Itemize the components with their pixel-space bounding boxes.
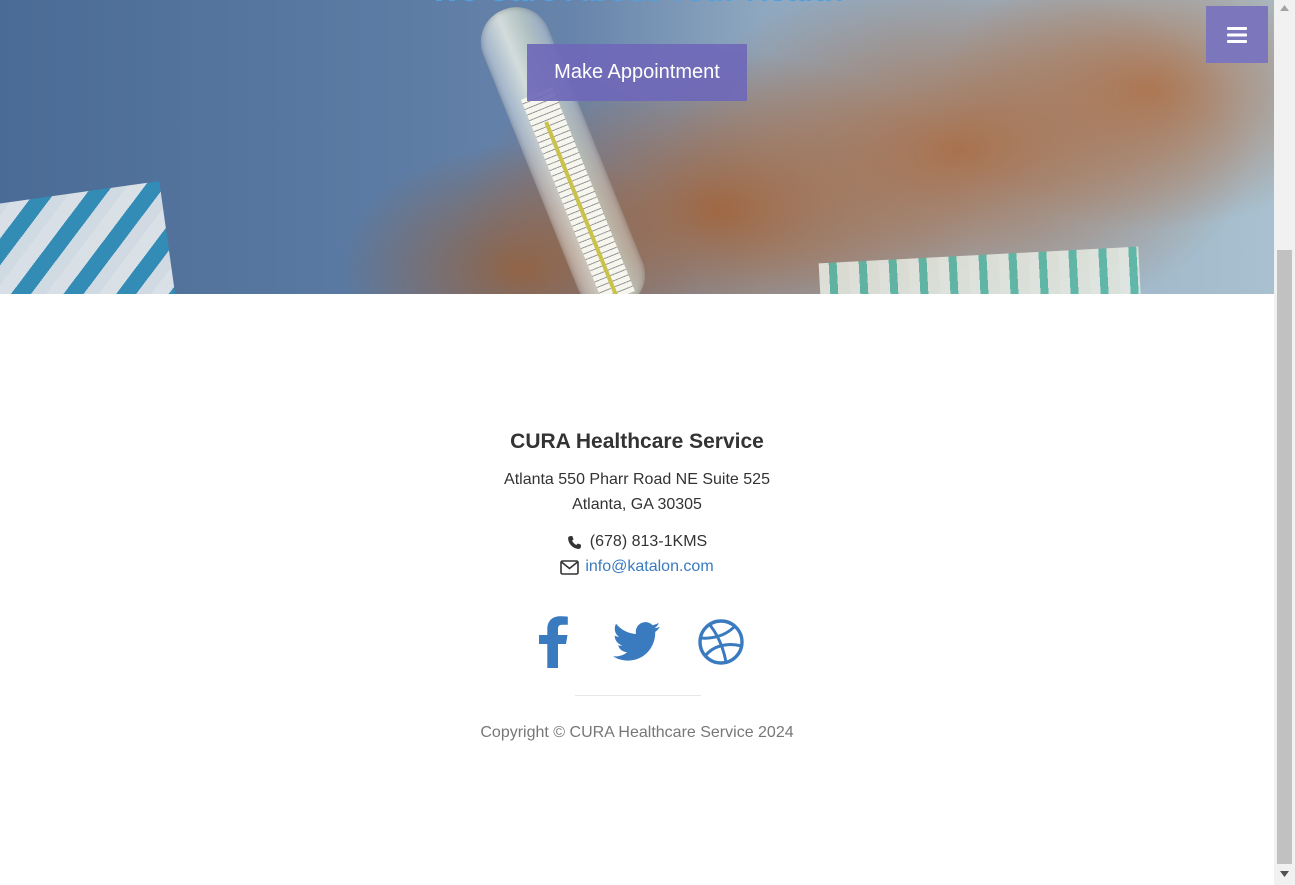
copyright-text: Copyright © CURA Healthcare Service 2024	[480, 724, 794, 741]
footer: CURA Healthcare Service Atlanta 550 Phar…	[0, 294, 1274, 885]
phone-number: (678) 813-1KMS	[589, 533, 708, 550]
scroll-down-arrow[interactable]	[1274, 866, 1295, 882]
triangle-down-icon	[1280, 871, 1289, 877]
hero-blanket-right	[818, 246, 1142, 294]
make-appointment-button[interactable]: Make Appointment	[527, 44, 747, 101]
footer-brand: CURA Healthcare Service	[510, 430, 764, 453]
menu-toggle-button[interactable]	[1206, 6, 1268, 63]
vertical-scrollbar[interactable]	[1274, 0, 1295, 885]
twitter-icon	[613, 622, 660, 661]
dribbble-icon	[698, 619, 744, 665]
page-viewport: We Care About Your Health Make Appointme…	[0, 0, 1274, 885]
facebook-link[interactable]	[529, 616, 577, 668]
address-line-2: Atlanta, GA 30305	[572, 496, 702, 513]
hero-section: We Care About Your Health Make Appointme…	[0, 0, 1274, 294]
scroll-up-arrow[interactable]	[1274, 0, 1295, 16]
bars-icon	[1227, 26, 1247, 43]
social-links	[0, 616, 1274, 668]
address-line-1: Atlanta 550 Pharr Road NE Suite 525	[504, 471, 770, 488]
email-link[interactable]: info@katalon.com	[585, 558, 713, 576]
scrollbar-thumb[interactable]	[1277, 250, 1292, 864]
hero-heading: We Care About Your Health	[0, 0, 1274, 9]
triangle-up-icon	[1280, 5, 1289, 11]
dribbble-link[interactable]	[697, 616, 745, 668]
phone-row: (678) 813-1KMS	[0, 533, 1274, 551]
twitter-link[interactable]	[613, 616, 661, 668]
envelope-icon	[560, 559, 580, 575]
hero-blanket-left	[0, 181, 179, 294]
email-row: info@katalon.com	[0, 558, 1274, 576]
footer-divider	[575, 695, 701, 696]
facebook-icon	[539, 616, 568, 668]
phone-icon	[567, 535, 581, 549]
thermometer-scale	[520, 87, 635, 294]
